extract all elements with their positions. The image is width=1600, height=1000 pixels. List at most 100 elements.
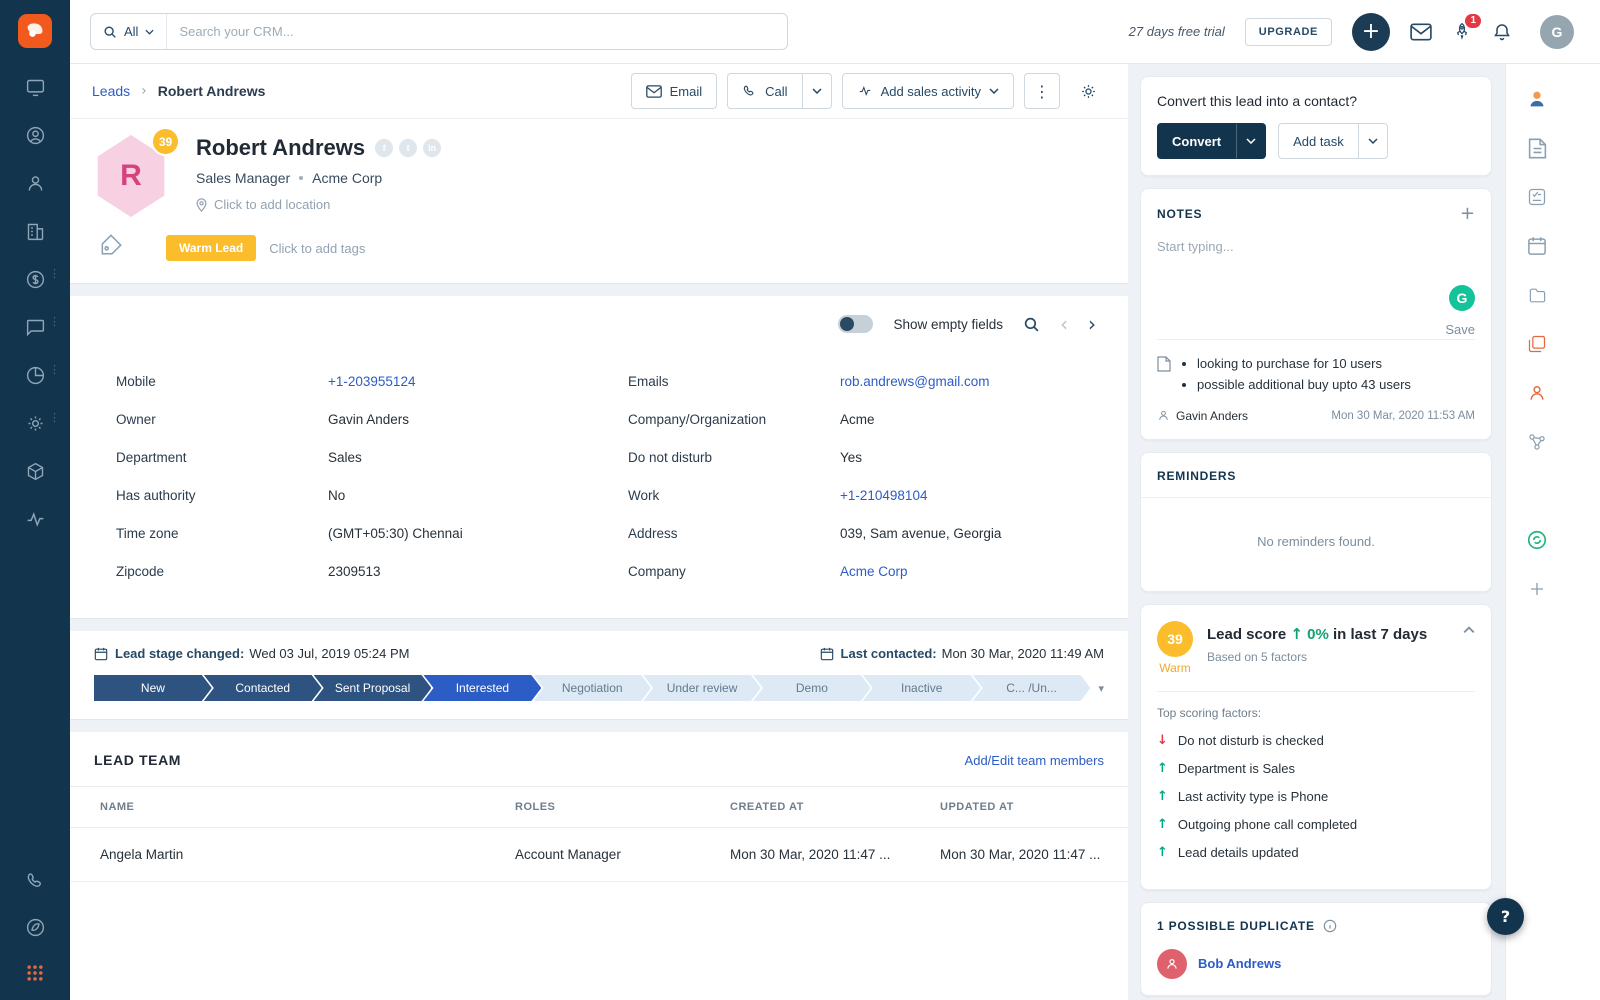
- lead-highlights-icon[interactable]: [1526, 88, 1548, 110]
- sidebar-item-customers[interactable]: [23, 172, 47, 194]
- help-button[interactable]: ?: [1487, 898, 1524, 935]
- participants-icon[interactable]: [1526, 382, 1548, 404]
- stage-new[interactable]: New: [94, 675, 212, 701]
- document-icon[interactable]: [1526, 137, 1548, 159]
- owner-value: Gavin Anders: [328, 411, 410, 427]
- quick-add-button[interactable]: +: [1352, 12, 1390, 51]
- analytics-kebab-icon[interactable]: ⋮: [49, 364, 60, 375]
- col-created-at: CREATED AT: [730, 786, 940, 828]
- search-icon: [104, 25, 116, 38]
- search-input[interactable]: [167, 24, 787, 39]
- sidebar-item-freddy[interactable]: [23, 916, 47, 938]
- add-location[interactable]: Click to add location: [196, 197, 441, 212]
- sidebar-item-phone[interactable]: [23, 870, 47, 892]
- team-member-updated: Mon 30 Mar, 2020 11:47 ...: [940, 827, 1128, 882]
- work-phone-value[interactable]: +1-210498104: [840, 488, 927, 503]
- add-widget-icon[interactable]: [1526, 578, 1548, 600]
- social-links: f t in: [375, 139, 442, 157]
- linkedin-icon[interactable]: in: [423, 139, 442, 157]
- note-save-button[interactable]: Save: [1445, 322, 1475, 337]
- stage-interested[interactable]: Interested: [423, 675, 541, 701]
- stage-closed[interactable]: C... /Un...: [973, 675, 1091, 701]
- warm-lead-tag[interactable]: Warm Lead: [166, 235, 257, 261]
- files-icon[interactable]: [1526, 333, 1548, 355]
- add-tags[interactable]: Click to add tags: [269, 241, 365, 256]
- info-icon[interactable]: [1323, 919, 1337, 933]
- email-value[interactable]: rob.andrews@gmail.com: [840, 374, 990, 389]
- sync-status-icon[interactable]: [1526, 529, 1548, 551]
- sidebar-item-dashboard[interactable]: [23, 76, 47, 98]
- tasks-icon[interactable]: [1526, 186, 1548, 208]
- search-fields-icon[interactable]: [1023, 316, 1040, 333]
- sidebar-item-products[interactable]: [23, 460, 47, 482]
- twitter-icon[interactable]: t: [399, 139, 418, 157]
- score-warm-label: Warm: [1159, 660, 1191, 675]
- folder-icon[interactable]: [1526, 284, 1548, 306]
- page-settings-button[interactable]: [1070, 73, 1106, 109]
- convert-split-button: Convert: [1157, 123, 1267, 159]
- sidebar-item-contacts[interactable]: [23, 124, 47, 146]
- note-item: possible additional buy upto 43 users: [1197, 375, 1411, 396]
- call-button[interactable]: Call: [727, 73, 803, 109]
- calendar-icon[interactable]: [1526, 235, 1548, 257]
- convert-caret[interactable]: [1236, 123, 1267, 159]
- stage-overflow-caret[interactable]: ▾: [1098, 682, 1104, 695]
- user-avatar[interactable]: G: [1540, 14, 1574, 49]
- stage-negotiation[interactable]: Negotiation: [533, 675, 651, 701]
- down-arrow-icon: ↓: [1157, 732, 1168, 748]
- factors-title: Top scoring factors:: [1157, 705, 1262, 720]
- connections-icon[interactable]: [1526, 431, 1548, 453]
- add-sales-activity-button[interactable]: Add sales activity: [841, 73, 1014, 109]
- chat-icon: [26, 319, 44, 336]
- sidebar-item-apps[interactable]: [23, 962, 47, 984]
- next-record-arrow[interactable]: ›: [1088, 314, 1096, 334]
- settings-kebab-icon[interactable]: ⋮: [49, 412, 60, 423]
- sidebar-item-conversations[interactable]: ⋮: [23, 316, 60, 338]
- convert-button[interactable]: Convert: [1157, 123, 1237, 159]
- note-input[interactable]: Start typing... G Save: [1157, 239, 1475, 339]
- sidebar-item-analytics[interactable]: ⋮: [23, 364, 60, 386]
- breadcrumb-leads-link[interactable]: Leads: [92, 83, 130, 99]
- lead-score-title: Lead score: [1207, 625, 1287, 643]
- team-member-role: Account Manager: [515, 827, 730, 882]
- company-link[interactable]: Acme Corp: [840, 564, 908, 579]
- show-empty-fields-toggle[interactable]: [838, 315, 874, 333]
- add-task-caret[interactable]: [1358, 123, 1388, 159]
- more-actions-button[interactable]: ⋮: [1024, 73, 1060, 109]
- search-scope-dropdown[interactable]: All: [91, 14, 168, 49]
- freshworks-logo[interactable]: [18, 14, 52, 48]
- mobile-value[interactable]: +1-203955124: [328, 374, 415, 389]
- grammarly-icon[interactable]: G: [1449, 285, 1475, 311]
- prev-record-arrow[interactable]: ‹: [1060, 314, 1068, 334]
- sidebar-item-accounts[interactable]: [23, 220, 47, 242]
- whats-new-button[interactable]: 1: [1452, 13, 1481, 42]
- duplicate-record-link[interactable]: Bob Andrews: [1198, 956, 1281, 971]
- add-task-button[interactable]: Add task: [1278, 123, 1359, 159]
- stage-inactive[interactable]: Inactive: [863, 675, 981, 701]
- sidebar-item-deals[interactable]: ⋮: [23, 268, 60, 290]
- zipcode-value: 2309513: [328, 563, 381, 579]
- stage-contacted[interactable]: Contacted: [204, 675, 322, 701]
- lead-details-card: Show empty fields ‹ › Mobile +1-203955124…: [70, 296, 1128, 618]
- time-zone-value: (GMT+05:30) Chennai: [328, 525, 463, 541]
- conversations-kebab-icon[interactable]: ⋮: [49, 316, 60, 327]
- email-inbox-button[interactable]: [1410, 22, 1432, 41]
- add-edit-team-link[interactable]: Add/Edit team members: [965, 753, 1104, 768]
- sidebar-item-settings[interactable]: ⋮: [23, 412, 60, 434]
- email-button[interactable]: Email: [630, 73, 718, 109]
- right-icon-rail: [1505, 64, 1568, 1000]
- factor-item: ↑ Last activity type is Phone: [1157, 788, 1329, 804]
- add-note-icon[interactable]: +: [1460, 205, 1475, 223]
- notifications-button[interactable]: [1492, 22, 1512, 42]
- stage-demo[interactable]: Demo: [753, 675, 871, 701]
- collapse-card-caret[interactable]: [1463, 621, 1475, 639]
- facebook-icon[interactable]: f: [375, 139, 394, 157]
- lead-score-card: 39 Warm Lead score ↑ 0% in last 7 days B…: [1140, 603, 1492, 890]
- sidebar-item-activities[interactable]: [23, 508, 47, 530]
- stage-sent-proposal[interactable]: Sent Proposal: [314, 675, 432, 701]
- upgrade-button[interactable]: UPGRADE: [1244, 17, 1332, 46]
- team-member-created: Mon 30 Mar, 2020 11:47 ...: [730, 827, 940, 882]
- stage-under-review[interactable]: Under review: [643, 675, 761, 701]
- call-options-caret[interactable]: [802, 73, 832, 109]
- deals-kebab-icon[interactable]: ⋮: [49, 268, 60, 279]
